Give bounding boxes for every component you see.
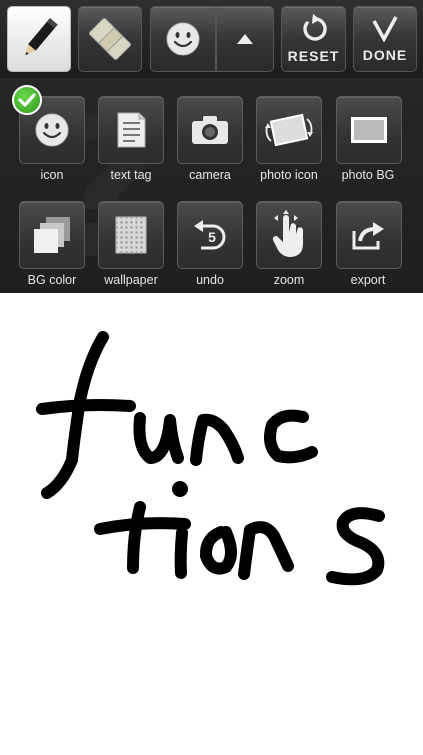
- checkmark-icon: [18, 93, 36, 107]
- checkmark-icon: [372, 16, 398, 43]
- top-toolbar: RESET DONE: [0, 0, 423, 78]
- function-panel: ? icon text tag camera photo icon photo …: [0, 78, 423, 293]
- eraser-tool-button[interactable]: [78, 6, 142, 72]
- pencil-icon: [25, 18, 58, 56]
- rotate-photo-icon: [265, 113, 313, 147]
- stacked-squares-icon: [34, 217, 70, 253]
- tile-label-photo-bg: photo BG: [341, 168, 395, 182]
- pencil-tool-button[interactable]: [7, 6, 71, 72]
- done-button[interactable]: DONE: [353, 6, 417, 72]
- sticker-button[interactable]: [150, 6, 216, 72]
- smiley-icon: [35, 113, 69, 147]
- share-icon: [352, 222, 384, 250]
- eraser-icon: [89, 18, 131, 60]
- document-icon: [117, 112, 146, 148]
- hand-zoom-icon: [272, 210, 303, 257]
- tile-label-export: export: [350, 273, 386, 287]
- camera-button[interactable]: [177, 96, 243, 164]
- collapse-panel-button[interactable]: [216, 6, 274, 72]
- undo-count-badge: 5: [208, 229, 216, 245]
- photo-icon-button[interactable]: [256, 96, 322, 164]
- undo-icon: 5: [194, 220, 226, 250]
- tile-label-wallpaper: wallpaper: [104, 273, 158, 287]
- reset-label: RESET: [287, 48, 340, 64]
- wallpaper-button[interactable]: [98, 201, 164, 269]
- undo-button[interactable]: 5: [177, 201, 243, 269]
- photo-bg-button[interactable]: [336, 96, 402, 164]
- camera-icon: [192, 116, 228, 144]
- tile-label-camera: camera: [189, 168, 231, 182]
- handwritten-drawing: [36, 331, 385, 586]
- reset-button[interactable]: RESET: [281, 6, 346, 72]
- tile-label-photo-icon: photo icon: [260, 168, 318, 182]
- done-label: DONE: [362, 47, 408, 63]
- reset-icon: [302, 14, 327, 41]
- tile-label-undo: undo: [196, 273, 224, 287]
- selected-check-badge: [12, 85, 42, 115]
- bg-color-button[interactable]: [19, 201, 85, 269]
- smiley-icon: [166, 22, 200, 56]
- tile-label-text-tag: text tag: [110, 168, 152, 182]
- drawing-canvas[interactable]: [0, 293, 423, 750]
- tile-label-bg-color: BG color: [27, 273, 77, 287]
- photo-frame-icon: [351, 117, 387, 143]
- pattern-icon: [115, 216, 147, 254]
- text-tag-button[interactable]: [98, 96, 164, 164]
- tile-label-zoom: zoom: [273, 273, 305, 287]
- tile-label-icon: icon: [40, 168, 64, 182]
- triangle-up-icon: [237, 34, 253, 44]
- export-button[interactable]: [336, 201, 402, 269]
- zoom-button[interactable]: [256, 201, 322, 269]
